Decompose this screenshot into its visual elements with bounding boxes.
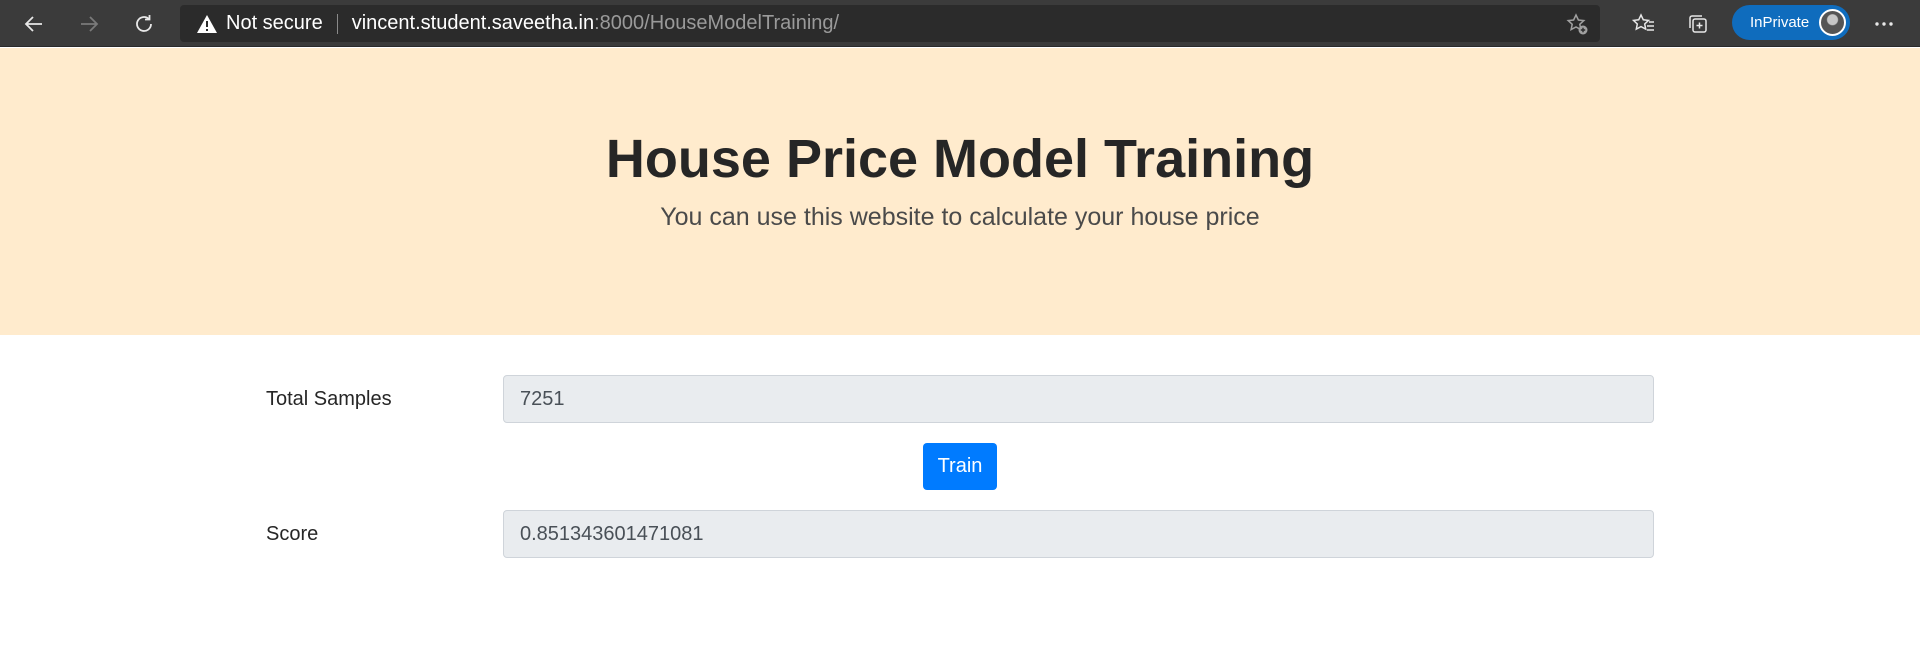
score-label: Score <box>266 523 319 545</box>
url-host: vincent.student.saveetha.in <box>351 12 595 34</box>
score-field[interactable] <box>503 510 1654 558</box>
inprivate-button[interactable]: InPrivate <box>1732 5 1850 40</box>
inprivate-label: InPrivate <box>1750 14 1810 31</box>
page-subtitle: You can use this website to calculate yo… <box>660 203 1260 231</box>
page-title: House Price Model Training <box>605 129 1315 189</box>
refresh-button[interactable] <box>126 6 162 42</box>
hero-banner: House Price Model Training You can use t… <box>0 48 1920 335</box>
address-bar[interactable]: Not secure vincent.student.saveetha.in :… <box>180 5 1600 42</box>
train-button[interactable]: Train <box>923 443 997 490</box>
back-icon <box>24 16 42 32</box>
more-icon <box>1875 22 1893 26</box>
avatar <box>1819 9 1846 36</box>
address-divider <box>336 13 338 34</box>
add-favorite-icon[interactable] <box>1564 11 1590 37</box>
collections-icon <box>1689 15 1707 33</box>
total-samples-label: Total Samples <box>266 388 392 410</box>
warning-icon <box>196 14 218 34</box>
total-samples-field[interactable] <box>503 375 1654 423</box>
forward-button[interactable] <box>71 6 107 42</box>
more-button[interactable] <box>1866 6 1902 42</box>
security-status[interactable]: Not secure <box>226 12 323 35</box>
favorites-icon <box>1632 13 1654 31</box>
url-path: :8000/HouseModelTraining/ <box>594 12 840 34</box>
refresh-icon <box>136 15 152 32</box>
forward-icon <box>81 16 99 32</box>
browser-toolbar: Not secure vincent.student.saveetha.in :… <box>0 0 1920 47</box>
back-button[interactable] <box>16 6 52 42</box>
favorites-button[interactable] <box>1626 6 1662 42</box>
collections-button[interactable] <box>1680 6 1716 42</box>
